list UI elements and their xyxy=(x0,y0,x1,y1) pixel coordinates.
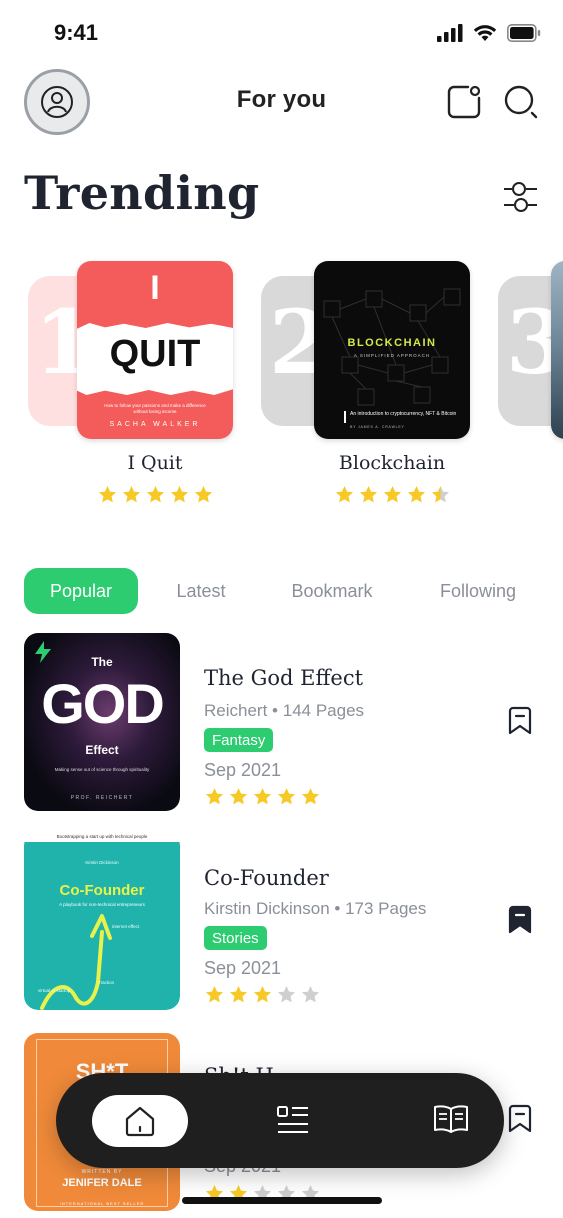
book-author: Reichert xyxy=(204,701,268,720)
cover-bar xyxy=(344,411,346,423)
notification-icon xyxy=(447,85,481,119)
cover-author: PROF. REICHERT xyxy=(70,795,134,801)
category-tabs: Popular Latest Bookmark Following xyxy=(24,568,539,616)
bookmark-button[interactable] xyxy=(507,905,533,935)
cover-author: SACHA WALKER xyxy=(109,421,201,428)
star-filled-icon xyxy=(170,486,189,503)
list-icon xyxy=(277,1106,308,1133)
meta-separator: • xyxy=(272,701,283,720)
genre-badge[interactable]: Stories xyxy=(204,926,267,950)
book-title[interactable]: Co-Founder xyxy=(204,866,329,890)
bookmark-icon xyxy=(508,1104,532,1133)
star-filled-icon xyxy=(205,986,224,1003)
book-open-icon xyxy=(434,1105,468,1133)
home-icon xyxy=(125,1106,155,1137)
rating-stars xyxy=(204,984,321,1005)
cover-note: virtual or startup xyxy=(38,988,71,993)
star-filled-icon xyxy=(335,486,354,503)
star-filled-icon xyxy=(146,486,165,503)
cover-author: JENIFER DALE xyxy=(62,1177,142,1189)
book-date: Sep 2021 xyxy=(204,760,282,780)
status-icons xyxy=(437,24,541,42)
star-half-icon xyxy=(431,486,450,503)
home-indicator xyxy=(182,1197,382,1204)
cover-top: The xyxy=(91,655,113,669)
nav-list-button[interactable] xyxy=(276,1103,310,1137)
cover-line1: I xyxy=(150,269,160,307)
filter-icon xyxy=(504,182,537,212)
trending-book-title[interactable]: Blockchain xyxy=(314,452,470,474)
filter-button[interactable] xyxy=(500,178,540,216)
cover-author: BY JAMES A. CRAWLEY xyxy=(350,425,405,429)
book-meta: Kirstin Dickinson • 173 Pages xyxy=(204,899,426,919)
star-empty-icon xyxy=(277,986,296,1003)
book-pages: 144 Pages xyxy=(282,701,365,720)
battery-icon xyxy=(507,24,541,42)
star-filled-icon xyxy=(277,788,296,805)
bookmark-button[interactable] xyxy=(507,706,533,736)
bottom-navigation xyxy=(56,1073,504,1168)
tab-following[interactable]: Following xyxy=(428,568,528,614)
status-bar: 9:41 xyxy=(0,0,563,64)
book-cover-third[interactable] xyxy=(551,261,563,439)
search-icon xyxy=(504,85,538,119)
genre-badge[interactable]: Fantasy xyxy=(204,728,274,752)
nav-home-button[interactable] xyxy=(92,1095,188,1147)
cover-tagline: Making sense out of science through spir… xyxy=(54,767,150,772)
star-filled-icon xyxy=(407,486,426,503)
cover-subtitle: How to follow your passions and make a d… xyxy=(104,403,206,414)
book-cover-co-founder[interactable]: Bootstrapping a start up with technical … xyxy=(24,832,180,1010)
status-time: 9:41 xyxy=(54,20,99,45)
cover-note: Traction xyxy=(98,980,115,985)
cover-writtenby: WRITTEN BY xyxy=(81,1169,123,1175)
cover-sub: Effect xyxy=(85,743,119,757)
cover-line1: BLOCKCHAIN xyxy=(347,337,437,349)
star-filled-icon xyxy=(253,788,272,805)
bookmark-icon xyxy=(508,706,532,735)
rating-stars xyxy=(97,484,214,505)
wifi-icon xyxy=(473,25,497,41)
book-cover-god-effect[interactable]: The GOD Effect Making sense out of scien… xyxy=(24,633,180,811)
rating-stars xyxy=(204,786,321,807)
notification-button[interactable] xyxy=(446,84,482,120)
tab-latest[interactable]: Latest xyxy=(164,568,238,614)
star-filled-icon xyxy=(98,486,117,503)
search-button[interactable] xyxy=(503,84,539,120)
book-author: Kirstin Dickinson xyxy=(204,899,330,918)
tab-popular[interactable]: Popular xyxy=(24,568,138,614)
tab-bookmark[interactable]: Bookmark xyxy=(282,568,382,614)
cover-note: internet effect xyxy=(112,924,140,929)
book-cover-i-quit[interactable]: I QUIT How to follow your passions and m… xyxy=(77,261,233,439)
cover-footer: INTERNATIONAL BEST SELLER xyxy=(59,1201,145,1206)
trending-book-title[interactable]: I Quit xyxy=(77,452,233,474)
star-filled-icon xyxy=(122,486,141,503)
rating-stars xyxy=(334,484,451,505)
book-pages: 173 Pages xyxy=(345,899,427,918)
signal-icon xyxy=(437,24,463,42)
cover-line2: A SIMPLIFIED APPROACH xyxy=(353,353,431,358)
star-filled-icon xyxy=(194,486,213,503)
star-filled-icon xyxy=(359,486,378,503)
meta-separator: • xyxy=(334,899,346,918)
bookmark-filled-icon xyxy=(508,905,532,934)
trending-heading: Trending xyxy=(24,166,260,220)
cover-subtitle: An introduction to cryptocurrency, NFT &… xyxy=(350,411,457,417)
book-date: Sep 2021 xyxy=(204,958,282,978)
star-filled-icon xyxy=(229,788,248,805)
star-filled-icon xyxy=(383,486,402,503)
cover-main: GOD xyxy=(41,672,165,735)
book-title[interactable]: The God Effect xyxy=(204,666,363,690)
star-empty-icon xyxy=(301,986,320,1003)
nav-library-button[interactable] xyxy=(433,1103,469,1137)
book-cover-blockchain[interactable]: BLOCKCHAIN A SIMPLIFIED APPROACH An intr… xyxy=(314,261,470,439)
star-filled-icon xyxy=(205,788,224,805)
star-filled-icon xyxy=(229,986,248,1003)
book-meta: Reichert • 144 Pages xyxy=(204,701,364,721)
bookmark-button[interactable] xyxy=(507,1104,533,1134)
star-filled-icon xyxy=(301,788,320,805)
star-filled-icon xyxy=(253,986,272,1003)
cover-line2: QUIT xyxy=(109,333,201,375)
